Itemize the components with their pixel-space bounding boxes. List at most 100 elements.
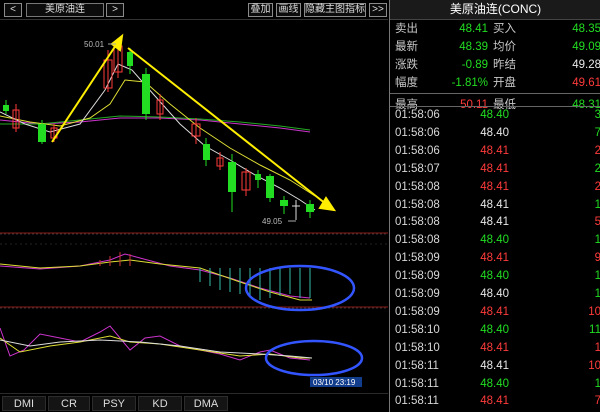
quote-row: 涨跌 -0.89 昨结 49.28 (390, 56, 600, 74)
prev-symbol-button[interactable]: < (4, 3, 22, 17)
quote-label: 买入 (493, 23, 516, 35)
tick-time: 01:58:10 (395, 323, 440, 336)
tick-time: 01:58:11 (395, 377, 439, 390)
tick-time: 01:58:06 (395, 126, 440, 139)
next-symbol-button[interactable]: > (106, 3, 124, 17)
hide-indicators-button[interactable]: 隐藏主图指标 (304, 3, 366, 17)
indicator-tabs: DMI CR PSY KD DMA (0, 393, 388, 412)
tick-price: 48.41 (480, 359, 509, 372)
tick-volume: 1 (594, 377, 600, 390)
tick-row: 01:58:09 48.40 1 (390, 286, 600, 303)
tick-row: 01:58:08 48.40 1 (390, 232, 600, 249)
quote-value: -1.81% (451, 77, 488, 89)
quote-row: 最新 48.39 均价 49.09 (390, 38, 600, 56)
symbol-name[interactable]: 美原油连 (26, 3, 104, 17)
tick-volume: 10 (588, 359, 600, 372)
tick-volume: 9 (594, 252, 600, 265)
overlay-button[interactable]: 叠加 (248, 3, 273, 17)
tick-time: 01:58:08 (395, 198, 440, 211)
tick-price: 48.41 (480, 144, 509, 157)
tick-time: 01:58:09 (395, 288, 440, 300)
tick-volume: 1 (594, 198, 600, 211)
tick-row: 01:58:10 48.40 11 (390, 322, 600, 339)
tick-price: 48.41 (480, 180, 509, 193)
tick-volume: 5 (594, 216, 600, 229)
chart-toolbar: < 美原油连 > 叠加 画线 隐藏主图指标 >> (0, 0, 388, 20)
high-price-label: 50.01 (84, 40, 105, 49)
tick-time: 01:58:09 (395, 305, 440, 318)
quote-value: 49.61 (572, 77, 600, 89)
quote-value: -0.89 (461, 59, 488, 71)
quote-label: 开盘 (493, 77, 516, 89)
draw-line-button[interactable]: 画线 (276, 3, 301, 17)
indicator-panel-2 (0, 325, 313, 361)
tick-price: 48.40 (480, 126, 509, 139)
tick-price: 48.41 (480, 395, 509, 408)
tick-time: 01:58:10 (395, 341, 440, 354)
tick-volume: 1 (594, 234, 600, 247)
quote-value: 49.09 (572, 41, 600, 53)
quote-label: 最新 (395, 41, 418, 53)
tab-dmi[interactable]: DMI (2, 396, 46, 411)
divider (390, 93, 600, 94)
tick-price: 48.40 (480, 234, 509, 247)
tick-time: 01:58:06 (395, 144, 440, 157)
tick-time: 01:58:08 (395, 216, 440, 229)
tick-row: 01:58:11 48.40 1 (390, 376, 600, 393)
tick-price: 48.40 (480, 288, 509, 300)
tick-price: 48.40 (480, 270, 509, 283)
quote-panel: 美原油连(CONC) 卖出 48.41 买入 48.35 最新 48.39 均价 49.09 涨… (389, 0, 600, 412)
tick-price: 48.41 (480, 216, 509, 229)
tick-volume: 11 (589, 323, 600, 336)
quote-value: 49.28 (572, 59, 600, 71)
tick-volume: 3 (594, 109, 600, 121)
tab-cr[interactable]: CR (48, 396, 90, 411)
quote-label: 均价 (493, 41, 516, 53)
tick-time: 01:58:11 (395, 359, 439, 372)
quote-value: 48.39 (459, 41, 488, 53)
tick-volume: 7 (594, 126, 600, 139)
tick-time: 01:58:09 (395, 270, 440, 283)
tick-volume: 1 (594, 288, 600, 300)
candlestick-chart[interactable]: 50.01 49.05 03/10 23:19 (0, 20, 388, 392)
quote-row: 幅度 -1.81% 开盘 49.61 (390, 74, 600, 92)
more-button[interactable]: >> (369, 3, 387, 17)
tick-row: 01:58:09 48.41 9 (390, 250, 600, 267)
quote-title: 美原油连(CONC) (390, 0, 600, 20)
tab-kd[interactable]: KD (138, 396, 182, 411)
tick-volume: 2 (594, 144, 600, 157)
tick-time: 01:58:07 (395, 162, 440, 175)
tick-volume: 2 (594, 180, 600, 193)
quote-label: 卖出 (395, 23, 418, 35)
tick-row: 01:58:09 48.41 10 (390, 304, 600, 321)
tick-volume: 2 (594, 162, 600, 175)
tick-row: 01:58:08 48.41 1 (390, 197, 600, 214)
tick-price: 48.41 (480, 162, 509, 175)
tick-row: 01:58:06 48.41 2 (390, 143, 600, 160)
quote-value: 48.35 (572, 23, 600, 35)
low-price-label: 49.05 (262, 217, 283, 226)
tab-psy[interactable]: PSY (92, 396, 136, 411)
tick-price: 48.41 (480, 341, 509, 354)
tick-volume: 7 (594, 395, 600, 408)
tick-time: 01:58:11 (395, 395, 439, 408)
tick-price: 48.40 (480, 109, 509, 121)
crosshair-time-label: 03/10 23:19 (313, 378, 356, 387)
indicator-panel-1 (0, 252, 312, 301)
annotation-ellipse-2 (264, 339, 364, 377)
tick-row: 01:58:09 48.40 1 (390, 268, 600, 285)
tick-row: 01:58:06 48.40 3 (390, 107, 600, 124)
tick-row: 01:58:11 48.41 10 (390, 358, 600, 375)
tick-volume: 1 (594, 341, 600, 354)
tick-price: 48.41 (480, 198, 509, 211)
tick-row: 01:58:06 48.40 7 (390, 125, 600, 142)
tick-time: 01:58:08 (395, 180, 440, 193)
quote-label: 昨结 (493, 59, 516, 71)
tick-price: 48.41 (480, 252, 509, 265)
tab-dma[interactable]: DMA (184, 396, 228, 411)
candles (3, 38, 314, 220)
quote-label: 幅度 (395, 77, 418, 89)
tick-volume: 1 (594, 270, 600, 283)
tick-price: 48.40 (480, 377, 509, 390)
tick-time: 01:58:06 (395, 109, 440, 121)
